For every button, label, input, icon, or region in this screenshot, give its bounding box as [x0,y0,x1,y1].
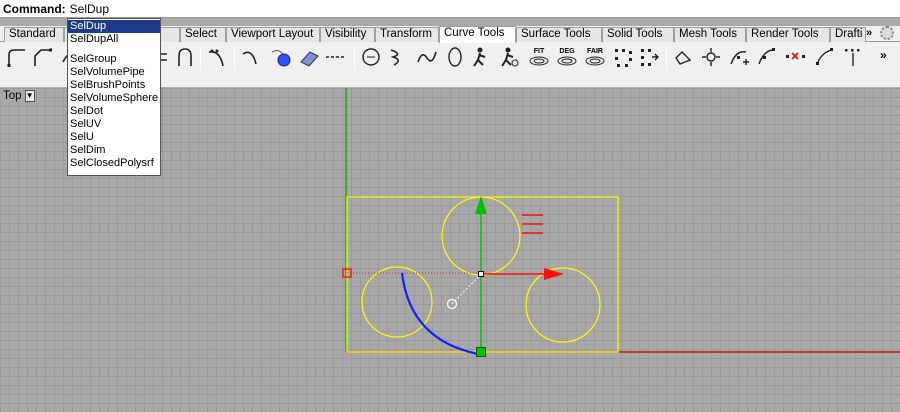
change-degree-icon[interactable] [386,46,408,68]
fair-curve-icon[interactable] [444,46,466,68]
gear-icon[interactable] [880,26,894,40]
tab-drafting[interactable]: Drafti [830,27,866,42]
viewport-title[interactable]: Top ▼ [0,88,35,103]
offset-on-surface-icon[interactable] [270,46,292,68]
autocomplete-item[interactable]: SelDupAll [68,33,160,46]
tab-select[interactable]: Select [180,27,226,42]
dash-curve-icon[interactable] [324,46,346,68]
selected-circle-right[interactable] [525,267,601,343]
tab-solid-tools[interactable]: Solid Tools [602,27,674,42]
insert-knot-icon[interactable] [700,46,722,68]
toolbar-separator [200,47,201,71]
degree-icon[interactable]: DEG [556,42,578,72]
autocomplete-item[interactable]: SelClosedPolysrf [68,157,160,170]
curve-tangent-icon[interactable] [814,46,836,68]
command-label: Command: [3,1,66,16]
fair-icon[interactable]: FAIR [584,42,606,72]
toolbar-separator [666,47,667,71]
tab-render-tools[interactable]: Render Tools [746,27,830,42]
gumball-x-arrow[interactable] [544,268,564,280]
command-input[interactable]: SelDup [70,2,109,16]
curve-from-2-views-icon[interactable] [240,46,262,68]
tab-mesh-tools[interactable]: Mesh Tools [674,27,746,42]
tab-viewport-layout[interactable]: Viewport Layout [226,27,320,42]
deg-label: DEG [559,47,575,55]
fillet-curves-icon[interactable] [6,46,28,68]
connect-curves-icon[interactable] [174,46,196,68]
tab-standard[interactable]: Standard [4,27,64,42]
autocomplete-item[interactable]: SelDot [68,105,160,118]
fit-curve-icon[interactable] [416,46,438,68]
fair-label: FAIR [587,47,603,55]
toolbar-separator [354,47,355,71]
viewport-menu-arrow-icon[interactable]: ▼ [24,89,35,102]
autocomplete-item[interactable]: SelDim [68,144,160,157]
toolbar-separator [234,47,235,71]
autocomplete-item[interactable]: SelBrushPoints [68,79,160,92]
adjust-seam-icon[interactable] [638,46,660,68]
tab-transform[interactable]: Transform [375,27,439,42]
point-grid-icon[interactable] [612,46,634,68]
list-gap [68,46,160,53]
tabs-overflow-button[interactable]: » [866,27,872,39]
command-autocomplete-list[interactable]: SelDup SelDupAll SelGroup SelVolumePipe … [67,18,161,176]
remove-knot-icon[interactable] [728,46,750,68]
crv-end-icon[interactable] [756,46,778,68]
gumball-origin[interactable] [478,271,484,277]
autocomplete-item[interactable]: SelDup [68,20,160,33]
fit-label: FIT [533,47,545,55]
rebuild-curve-icon[interactable] [360,46,382,68]
autocomplete-item[interactable]: SelVolumePipe [68,66,160,79]
gumball-y-handle[interactable] [476,347,486,357]
chamfer-curves-icon[interactable] [32,46,54,68]
construction-line [451,273,482,305]
autocomplete-item[interactable]: SelGroup [68,53,160,66]
tab-surface-tools[interactable]: Surface Tools [516,27,602,42]
edit-points-icon[interactable] [672,46,694,68]
tab-visibility[interactable]: Visibility [320,27,375,42]
autocomplete-item[interactable]: SelU [68,131,160,144]
close-curve-icon[interactable] [470,46,492,68]
adjustable-blend-icon[interactable] [206,46,228,68]
refit-fit-icon[interactable]: FIT [528,42,550,72]
split-curve-icon[interactable] [784,46,806,68]
selected-circle-left[interactable] [361,266,433,338]
viewport-name[interactable]: Top [0,89,25,102]
toolbar-overflow-button[interactable]: » [880,48,887,62]
gumball-y-arrow[interactable] [475,196,487,214]
blue-curve[interactable] [400,272,479,356]
edit-points-2-icon[interactable] [842,46,864,68]
gumball-scale-handles[interactable] [522,214,543,234]
tab-curve-tools[interactable]: Curve Tools [439,26,516,43]
command-line[interactable]: Command: SelDup [0,0,900,18]
extend-curve-icon[interactable] [498,46,520,68]
offset-curve-icon[interactable] [298,46,320,68]
autocomplete-item[interactable]: SelUV [68,118,160,131]
autocomplete-item[interactable]: SelVolumeSphere [68,92,160,105]
